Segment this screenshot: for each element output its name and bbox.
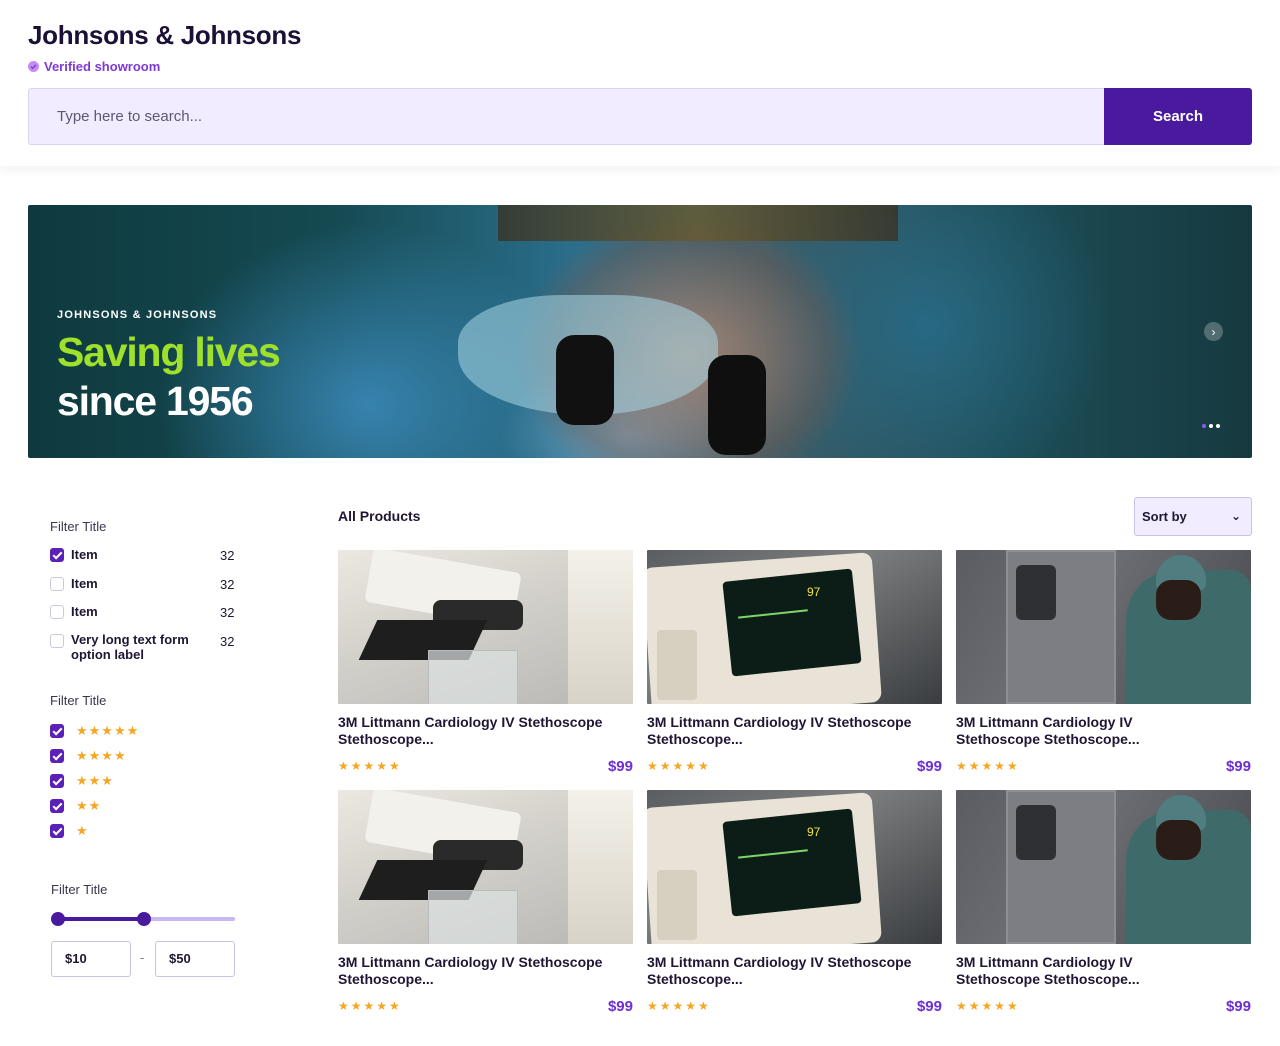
product-title[interactable]: 3M Littmann Cardiology IV Stethoscope St… bbox=[956, 954, 1156, 988]
product-rating: ★★★★★ bbox=[338, 759, 402, 773]
page-header: Johnsons & Johnsons Verified showroom Se… bbox=[0, 0, 1280, 166]
carousel-dot[interactable] bbox=[1209, 424, 1213, 428]
filter-title: Filter Title bbox=[50, 693, 107, 708]
rating-checkbox[interactable] bbox=[50, 749, 64, 763]
filter-title: Filter Title bbox=[51, 882, 108, 897]
product-card[interactable]: 97 3M Littmann Cardiology IV Stethoscope… bbox=[647, 550, 942, 780]
filter-checkbox[interactable] bbox=[50, 605, 64, 619]
hero-headline-2: since 1956 bbox=[57, 378, 254, 424]
product-title[interactable]: 3M Littmann Cardiology IV Stethoscope St… bbox=[338, 954, 633, 988]
product-card[interactable]: 3M Littmann Cardiology IV Stethoscope St… bbox=[956, 550, 1251, 780]
filter-checkbox[interactable] bbox=[50, 548, 64, 562]
hero-image-cap bbox=[498, 205, 898, 241]
filter-checkbox[interactable] bbox=[50, 634, 64, 648]
rating-checkbox[interactable] bbox=[50, 799, 64, 813]
product-rating: ★★★★★ bbox=[956, 759, 1020, 773]
product-title[interactable]: 3M Littmann Cardiology IV Stethoscope St… bbox=[956, 714, 1156, 748]
carousel-dots bbox=[1202, 424, 1220, 428]
price-slider-max-handle[interactable] bbox=[137, 912, 151, 926]
filter-option-label: Item bbox=[71, 547, 98, 562]
product-price: $99 bbox=[1225, 758, 1251, 775]
star-rating-2: ★★ bbox=[76, 798, 102, 813]
filter-option-count: 32 bbox=[220, 548, 235, 563]
search-input[interactable] bbox=[28, 88, 1105, 145]
product-price: $99 bbox=[1225, 998, 1251, 1015]
product-image[interactable] bbox=[338, 790, 633, 944]
hero-headline-1: Saving lives bbox=[57, 329, 281, 375]
chevron-right-icon: › bbox=[1211, 324, 1216, 339]
product-price: $99 bbox=[916, 758, 942, 775]
hero-brand: JOHNSONS & JOHNSONS bbox=[57, 309, 218, 321]
shop-name: Johnsons & Johnsons bbox=[28, 20, 302, 50]
product-image[interactable]: 97 bbox=[647, 790, 942, 944]
star-rating-5: ★★★★★ bbox=[76, 723, 140, 738]
star-rating-4: ★★★★ bbox=[76, 748, 127, 763]
product-image[interactable] bbox=[956, 790, 1251, 944]
chevron-down-icon: ⌄ bbox=[1230, 509, 1241, 523]
filter-option-label: Item bbox=[71, 604, 98, 619]
carousel-dot[interactable] bbox=[1216, 424, 1220, 428]
search-button[interactable]: Search bbox=[1104, 88, 1252, 145]
carousel-next-button[interactable]: › bbox=[1204, 322, 1223, 341]
filter-option-label: Very long text form option label bbox=[71, 632, 189, 662]
products-heading: All Products bbox=[338, 508, 421, 524]
verified-check-icon bbox=[28, 61, 39, 72]
product-price: $99 bbox=[607, 998, 633, 1015]
verified-label: Verified showroom bbox=[44, 59, 161, 74]
sort-by-dropdown[interactable]: Sort by ⌄ bbox=[1134, 497, 1252, 536]
hero-image-loupe bbox=[556, 335, 614, 425]
rating-checkbox[interactable] bbox=[50, 824, 64, 838]
product-price: $99 bbox=[607, 758, 633, 775]
product-rating: ★★★★★ bbox=[338, 999, 402, 1013]
product-title[interactable]: 3M Littmann Cardiology IV Stethoscope St… bbox=[647, 954, 942, 988]
product-rating: ★★★★★ bbox=[647, 759, 711, 773]
filter-option-count: 32 bbox=[220, 634, 235, 649]
hero-banner: JOHNSONS & JOHNSONS Saving lives since 1… bbox=[28, 205, 1252, 458]
max-price-input[interactable]: $50 bbox=[155, 941, 235, 977]
product-image[interactable] bbox=[338, 550, 633, 704]
product-rating: ★★★★★ bbox=[956, 999, 1020, 1013]
range-separator: - bbox=[140, 950, 145, 965]
price-slider-min-handle[interactable] bbox=[51, 912, 65, 926]
product-image[interactable]: 97 bbox=[647, 550, 942, 704]
filter-option-label: Item bbox=[71, 576, 98, 591]
product-title[interactable]: 3M Littmann Cardiology IV Stethoscope St… bbox=[338, 714, 633, 748]
product-card[interactable]: 3M Littmann Cardiology IV Stethoscope St… bbox=[956, 790, 1251, 1020]
verified-badge: Verified showroom bbox=[28, 59, 160, 74]
filter-checkbox[interactable] bbox=[50, 577, 64, 591]
product-image[interactable] bbox=[956, 550, 1251, 704]
rating-checkbox[interactable] bbox=[50, 774, 64, 788]
sort-by-label: Sort by bbox=[1142, 509, 1187, 524]
price-slider-fill bbox=[57, 917, 144, 921]
product-card[interactable]: 3M Littmann Cardiology IV Stethoscope St… bbox=[338, 550, 633, 780]
product-card[interactable]: 3M Littmann Cardiology IV Stethoscope St… bbox=[338, 790, 633, 1020]
filter-option-count: 32 bbox=[220, 605, 235, 620]
min-price-input[interactable]: $10 bbox=[51, 941, 131, 977]
rating-checkbox[interactable] bbox=[50, 724, 64, 738]
filter-option-count: 32 bbox=[220, 577, 235, 592]
product-title[interactable]: 3M Littmann Cardiology IV Stethoscope St… bbox=[647, 714, 942, 748]
star-rating-3: ★★★ bbox=[76, 773, 114, 788]
product-card[interactable]: 97 3M Littmann Cardiology IV Stethoscope… bbox=[647, 790, 942, 1020]
star-rating-1: ★ bbox=[76, 823, 89, 838]
product-price: $99 bbox=[916, 998, 942, 1015]
carousel-dot[interactable] bbox=[1202, 424, 1206, 428]
hero-image-loupe bbox=[708, 355, 766, 455]
filter-title: Filter Title bbox=[50, 519, 107, 534]
product-rating: ★★★★★ bbox=[647, 999, 711, 1013]
